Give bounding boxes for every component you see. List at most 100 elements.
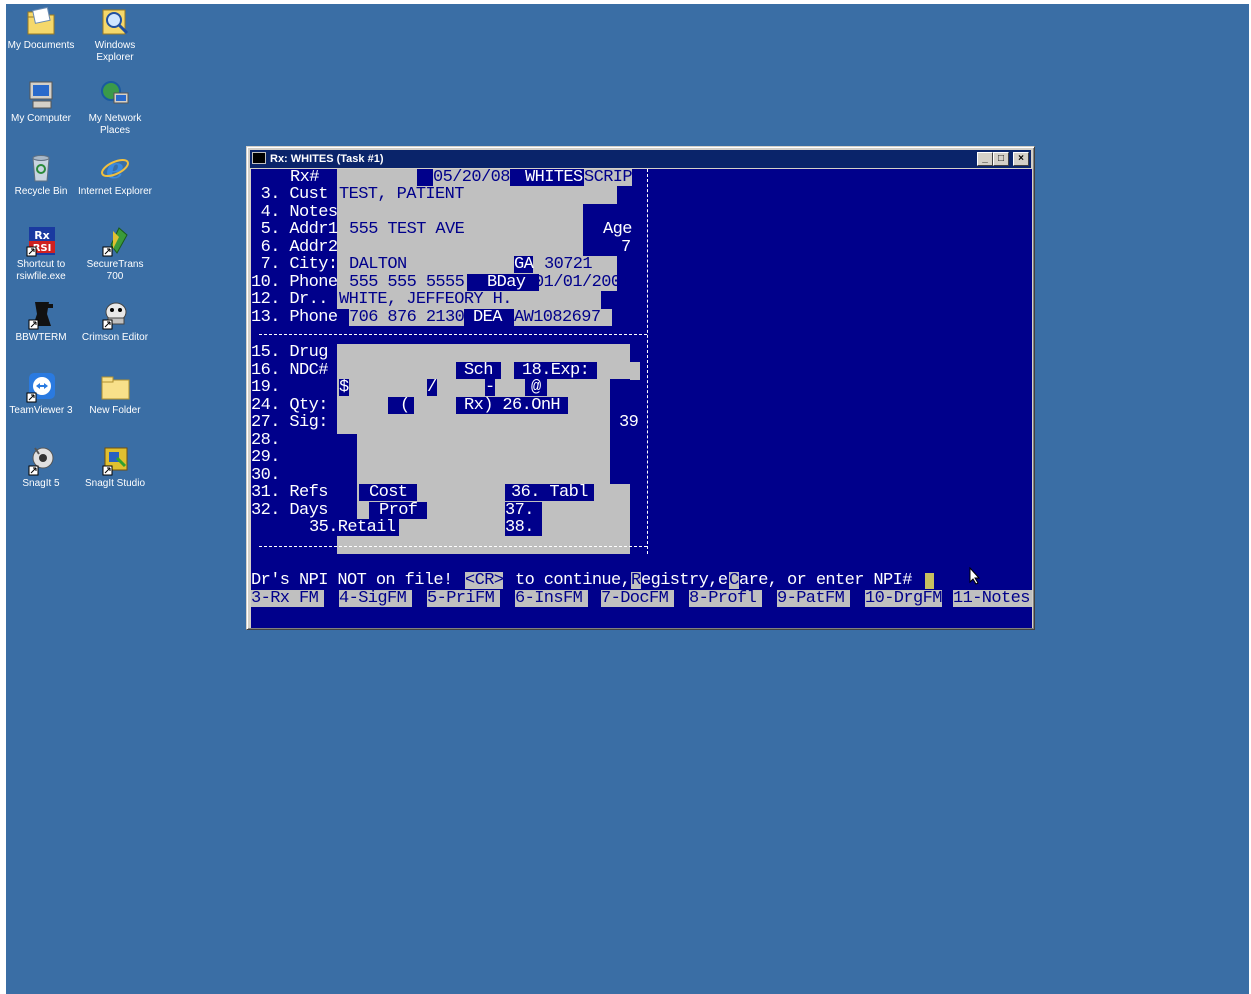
desktop-icon-recycle-bin[interactable]: Recycle Bin (3, 152, 79, 198)
prompt-registry: egistry,e (641, 571, 728, 590)
mask-block (417, 169, 433, 186)
section-divider (259, 546, 647, 547)
field-bg-exp (630, 362, 640, 380)
line30-label: 30. (251, 466, 280, 485)
desktop-icon-label: BBWTERM (15, 332, 67, 343)
prompt-npi: are, or enter NPI# (739, 571, 912, 590)
rx-date: 05/20/08 (433, 169, 510, 187)
paren-sign: ( (388, 397, 414, 414)
desktop-icon-teamviewer[interactable]: TeamViewer 3 (3, 371, 79, 417)
dea-label: DEA (473, 308, 502, 327)
fkey-rx-fm[interactable]: 3-Rx FM (251, 590, 325, 607)
close-button[interactable]: × (1013, 152, 1029, 166)
snagit-studio-icon (99, 444, 131, 476)
bday-field[interactable]: 01/01/2001 (534, 274, 631, 291)
retail-label: 35.Retail (309, 519, 400, 536)
explorer-icon (99, 6, 131, 38)
at-sign: @ (525, 379, 547, 396)
desktop-icon-my-documents[interactable]: My Documents (3, 6, 79, 52)
fkey-notes[interactable]: 11-Notes (953, 590, 1032, 607)
maximize-button[interactable]: □ (993, 152, 1009, 166)
desktop-icon-windows-explorer[interactable]: Windows Explorer (77, 6, 153, 64)
text-cursor[interactable] (925, 573, 934, 589)
fkey-pat-fm[interactable]: 9-PatFM (777, 590, 851, 607)
console-app-icon (252, 152, 266, 164)
line38-label: 38. (505, 519, 542, 536)
desktop-icon-crimson-editor[interactable]: Crimson Editor (77, 298, 153, 344)
tabl-label: 36. Tabl (505, 484, 594, 501)
dollar-sign: $ (339, 378, 349, 397)
minimize-button[interactable]: _ (977, 152, 993, 166)
section-divider (259, 334, 647, 335)
cust-field[interactable]: TEST, PATIENT (339, 186, 464, 203)
dr-phone-field[interactable]: 706 876 2130 (349, 309, 465, 326)
days-label: 32. Days (251, 501, 328, 520)
desktop-icon-bbwterm[interactable]: BBWTERM (3, 298, 79, 344)
desktop-icon-label: My Computer (10, 113, 71, 124)
mask-block (601, 291, 630, 309)
refs-label: 31. Refs (251, 484, 350, 501)
recycle-bin-icon (25, 152, 57, 184)
desktop-icon-label: New Folder (89, 405, 141, 416)
desktop-icon-my-computer[interactable]: My Computer (3, 79, 79, 125)
ie-icon: e (99, 152, 131, 185)
addr2-label: 6. Addr2 (251, 238, 338, 257)
fkey-profl[interactable]: 8-Profl (689, 590, 763, 607)
desktop-icon-snagit-5[interactable]: SnagIt 5 (3, 444, 79, 490)
svg-text:e: e (106, 152, 124, 184)
desktop-icon-label: Windows Explorer (94, 40, 136, 63)
zip-field[interactable]: 30721 (544, 256, 593, 273)
desktop-icon-internet-explorer[interactable]: e Internet Explorer (77, 152, 153, 198)
fkey-drg-fm[interactable]: 10-DrgFM (865, 590, 942, 607)
desktop-icon-securetrans[interactable]: SecureTrans 700 (77, 225, 153, 283)
dash-sign: - (485, 378, 495, 397)
bday-label: BDay (467, 274, 540, 291)
ndc-label: 16. NDC# (251, 361, 328, 380)
fkey-doc-fm[interactable]: 7-DocFM (601, 590, 675, 607)
rx-rsi-icon: Rx RSI (25, 225, 57, 257)
bbwterm-icon (25, 298, 57, 330)
desktop-icon-label: SnagIt Studio (84, 478, 146, 489)
exp-label: 18.Exp: (514, 362, 598, 379)
state-field[interactable]: GA (514, 256, 534, 273)
mask-block (337, 434, 357, 484)
doctor-field[interactable]: WHITE, JEFFEORY H. (339, 291, 512, 308)
qty-label: 24. Qty: (251, 396, 328, 415)
terminal-screen[interactable]: Rx# 05/20/08 WHITES SCRIP 3. Cust TEST, … (251, 169, 1032, 628)
console-window[interactable]: Rx: WHITES (Task #1) _ □ × Rx# 05/20/08 … (246, 146, 1035, 630)
teamviewer-icon (25, 371, 57, 403)
network-icon (99, 79, 131, 111)
fkey-sig-fm[interactable]: 4-SigFM (339, 590, 413, 607)
desktop-icon-label: SnagIt 5 (22, 478, 60, 489)
city-field[interactable]: DALTON (349, 256, 407, 273)
svg-text:Rx: Rx (34, 229, 50, 242)
dr-label: 12. Dr.. (251, 290, 328, 309)
desktop-icon-rsiwfile[interactable]: Rx RSI Shortcut to rsiwfile.exe (3, 225, 79, 283)
rx-number-label: Rx# (290, 169, 319, 187)
dea-field[interactable]: AW1082697 (514, 309, 613, 326)
phone-field[interactable]: 555 555 5555 (349, 274, 465, 291)
cost-label: Cost (359, 484, 418, 501)
window-title-bar[interactable]: Rx: WHITES (Task #1) _ □ × (250, 150, 1031, 168)
addr1-field[interactable]: 555 TEST AVE (349, 221, 465, 238)
fkey-pri-fm[interactable]: 5-PriFM (427, 590, 501, 607)
desktop-icon-my-network-places[interactable]: My Network Places (77, 79, 153, 137)
line37-label: 37. (505, 502, 542, 519)
cust-label: 3. Cust (251, 185, 329, 204)
crimson-editor-icon (99, 298, 131, 330)
desktop-icon-label: TeamViewer 3 (9, 405, 73, 416)
desktop-icon-new-folder[interactable]: New Folder (77, 371, 153, 417)
ecare-hotkey: C (729, 571, 739, 590)
fkey-ins-fm[interactable]: 6-InsFM (515, 590, 589, 607)
desktop-icon-snagit-studio[interactable]: SnagIt Studio (77, 444, 153, 490)
window-title: Rx: WHITES (Task #1) (270, 153, 384, 165)
slash-sign: / (427, 378, 437, 397)
cr-key-hint: <CR> (465, 571, 504, 590)
computer-icon (25, 79, 57, 111)
city-label: 7. City: (251, 255, 338, 274)
screen-border-left (0, 0, 6, 994)
folder-icon (99, 371, 131, 403)
line29-label: 29. (251, 448, 280, 467)
desktop-icon-label: Shortcut to rsiwfile.exe (16, 259, 66, 282)
sig-count: 39 (619, 413, 639, 432)
